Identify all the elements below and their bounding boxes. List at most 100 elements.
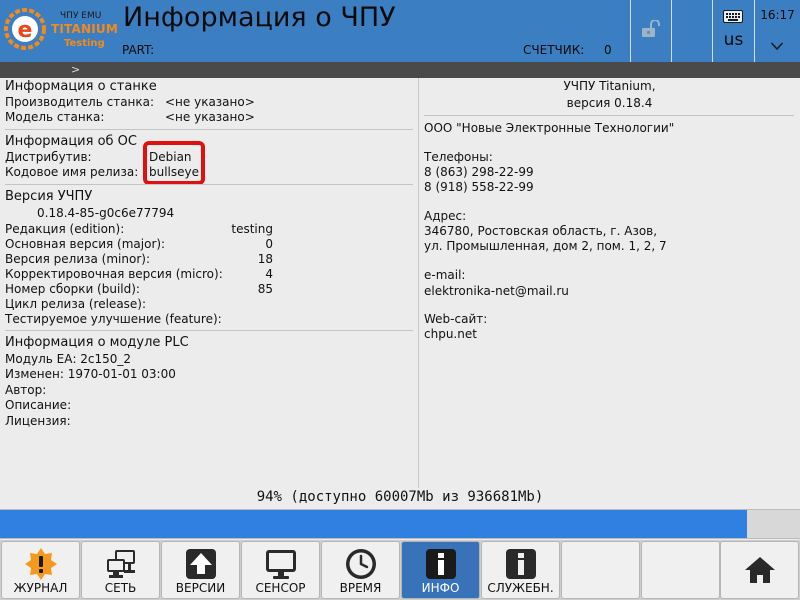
- disk-usage-text: 94% (доступно 60007Mb из 936681Mb): [256, 489, 544, 505]
- info-button-label: ИНФО: [421, 581, 460, 595]
- network-button[interactable]: СЕТЬ: [81, 541, 160, 599]
- part-label: PART:: [122, 43, 155, 57]
- company-name: ООО "Новые Электронные Технологии": [424, 121, 675, 135]
- plc-changed: Изменен: 1970-01-01 03:00: [5, 367, 176, 381]
- counter-value: 0: [604, 43, 612, 57]
- section-divider: [5, 129, 413, 130]
- codename-label: Кодовое имя релиза:: [5, 165, 139, 179]
- service-button-label: СЛУЖЕБН.: [487, 581, 554, 595]
- product-name: УЧПУ Titanium,: [563, 79, 656, 93]
- journal-button[interactable]: ЖУРНАЛ: [1, 541, 80, 599]
- chevron-down-icon: [770, 42, 784, 51]
- plc-module: Модуль ЕА: 2c150_2: [5, 352, 132, 366]
- app-logo: e ЧПУ EMU TITANIUM Testing: [0, 0, 118, 62]
- annotation-highlight-box: [143, 141, 205, 185]
- disk-usage-progress-fill: [0, 510, 748, 538]
- network-icon: [107, 550, 135, 578]
- network-button-label: СЕТЬ: [104, 581, 137, 595]
- keyboard-icon: [723, 10, 743, 23]
- major-value: 0: [265, 237, 273, 251]
- micro-label: Корректировочная версия (micro):: [5, 267, 223, 281]
- section-divider: [5, 184, 413, 185]
- keyboard-layout-label: us: [723, 30, 744, 50]
- lock-button[interactable]: [631, 0, 671, 62]
- os-info-heading: Информация об ОС: [5, 134, 137, 149]
- bottom-toolbar: ЖУРНАЛ СЕТЬ ВЕРСИИ СЕНСОР ВРЕМЯ ИНФО СЛУ…: [0, 540, 800, 600]
- distro-label: Дистрибутив:: [5, 150, 92, 164]
- plc-description: Описание:: [5, 398, 72, 412]
- time-button[interactable]: ВРЕМЯ: [321, 541, 400, 599]
- journal-button-label: ЖУРНАЛ: [13, 581, 68, 595]
- plc-author: Автор:: [5, 383, 47, 397]
- logo-emu-label: ЧПУ EMU: [60, 11, 102, 21]
- versions-button[interactable]: ВЕРСИИ: [161, 541, 240, 599]
- clock-time: 16:17: [760, 8, 795, 22]
- warning-icon: [25, 548, 57, 580]
- model-label: Модель станка:: [5, 110, 105, 124]
- clock-widget[interactable]: 16:17: [755, 0, 800, 62]
- info-content: Информация о станке Производитель станка…: [0, 78, 800, 488]
- email-value: elektronika-net@mail.ru: [424, 284, 569, 298]
- release-label: Цикл релиза (release):: [5, 297, 147, 311]
- phone-1: 8 (863) 298-22-99: [424, 165, 534, 179]
- keyboard-layout-button[interactable]: us: [713, 0, 754, 62]
- website-value: chpu.net: [424, 327, 477, 341]
- breadcrumb-arrow[interactable]: >: [71, 62, 80, 78]
- versions-button-label: ВЕРСИИ: [175, 581, 226, 595]
- unlock-icon: [642, 20, 660, 37]
- clock-icon: [346, 549, 376, 579]
- minor-label: Версия релиза (minor):: [5, 252, 150, 266]
- about-panel: УЧПУ Titanium, версия 0.18.4 ООО "Новые …: [419, 78, 800, 488]
- home-icon: [745, 557, 775, 583]
- build-label: Номер сборки (build):: [5, 282, 140, 296]
- minor-value: 18: [257, 252, 273, 266]
- phone-2: 8 (918) 558-22-99: [424, 180, 534, 194]
- empty-toolbar-button[interactable]: [641, 541, 720, 599]
- website-label: Web-сайт:: [424, 312, 488, 326]
- feature-label: Тестируемое улучшение (feature):: [5, 312, 222, 326]
- machine-info-heading: Информация о станке: [5, 79, 157, 94]
- page-title: Информация о ЧПУ: [123, 2, 396, 33]
- upload-icon: [186, 549, 216, 579]
- monitor-icon: [266, 550, 296, 579]
- cnc-full-version: 0.18.4-85-g0c6e77794: [37, 206, 175, 220]
- manufacturer-value: <не указано>: [165, 95, 255, 109]
- disk-usage-progress: [0, 509, 800, 539]
- header-blank-button[interactable]: [672, 0, 712, 62]
- plc-info-heading: Информация о модуле PLC: [5, 335, 189, 350]
- empty-toolbar-button[interactable]: [561, 541, 640, 599]
- model-value: <не указано>: [165, 110, 255, 124]
- cnc-version-heading: Версия УЧПУ: [5, 189, 93, 204]
- time-button-label: ВРЕМЯ: [339, 581, 382, 595]
- sensor-button-label: СЕНСОР: [255, 581, 306, 595]
- build-value: 85: [257, 282, 273, 296]
- logo-brand-label: TITANIUM: [51, 22, 118, 36]
- sensor-button[interactable]: СЕНСОР: [241, 541, 320, 599]
- left-info-panel: Информация о станке Производитель станка…: [0, 78, 418, 488]
- breadcrumb: >: [0, 62, 800, 78]
- logo-testing-label: Testing: [64, 38, 105, 49]
- edition-value: testing: [231, 222, 273, 236]
- header-bar: e ЧПУ EMU TITANIUM Testing Информация о …: [0, 0, 800, 62]
- address-label: Адрес:: [424, 209, 467, 223]
- logo-letter: e: [18, 18, 33, 43]
- info-button[interactable]: ИНФО: [401, 541, 480, 599]
- plc-license: Лицензия:: [5, 414, 71, 428]
- service-info-icon: [506, 549, 536, 579]
- info-icon: [426, 549, 456, 579]
- major-label: Основная версия (major):: [5, 237, 166, 251]
- phones-label: Телефоны:: [424, 150, 493, 164]
- section-divider: [424, 115, 794, 116]
- counter-label: СЧЕТЧИК:: [523, 43, 585, 57]
- address-line-1: 346780, Ростовская область, г. Азов,: [424, 224, 658, 238]
- service-button[interactable]: СЛУЖЕБН.: [481, 541, 560, 599]
- titanium-logo-icon: e: [4, 8, 46, 50]
- manufacturer-label: Производитель станка:: [5, 95, 155, 109]
- section-divider: [5, 330, 413, 331]
- address-line-2: ул. Промышленная, дом 2, пом. 1, 2, 7: [424, 239, 667, 253]
- product-version: версия 0.18.4: [566, 96, 653, 110]
- email-label: e-mail:: [424, 268, 466, 282]
- edition-label: Редакция (edition):: [5, 222, 125, 236]
- home-button[interactable]: [720, 541, 799, 599]
- micro-value: 4: [265, 267, 273, 281]
